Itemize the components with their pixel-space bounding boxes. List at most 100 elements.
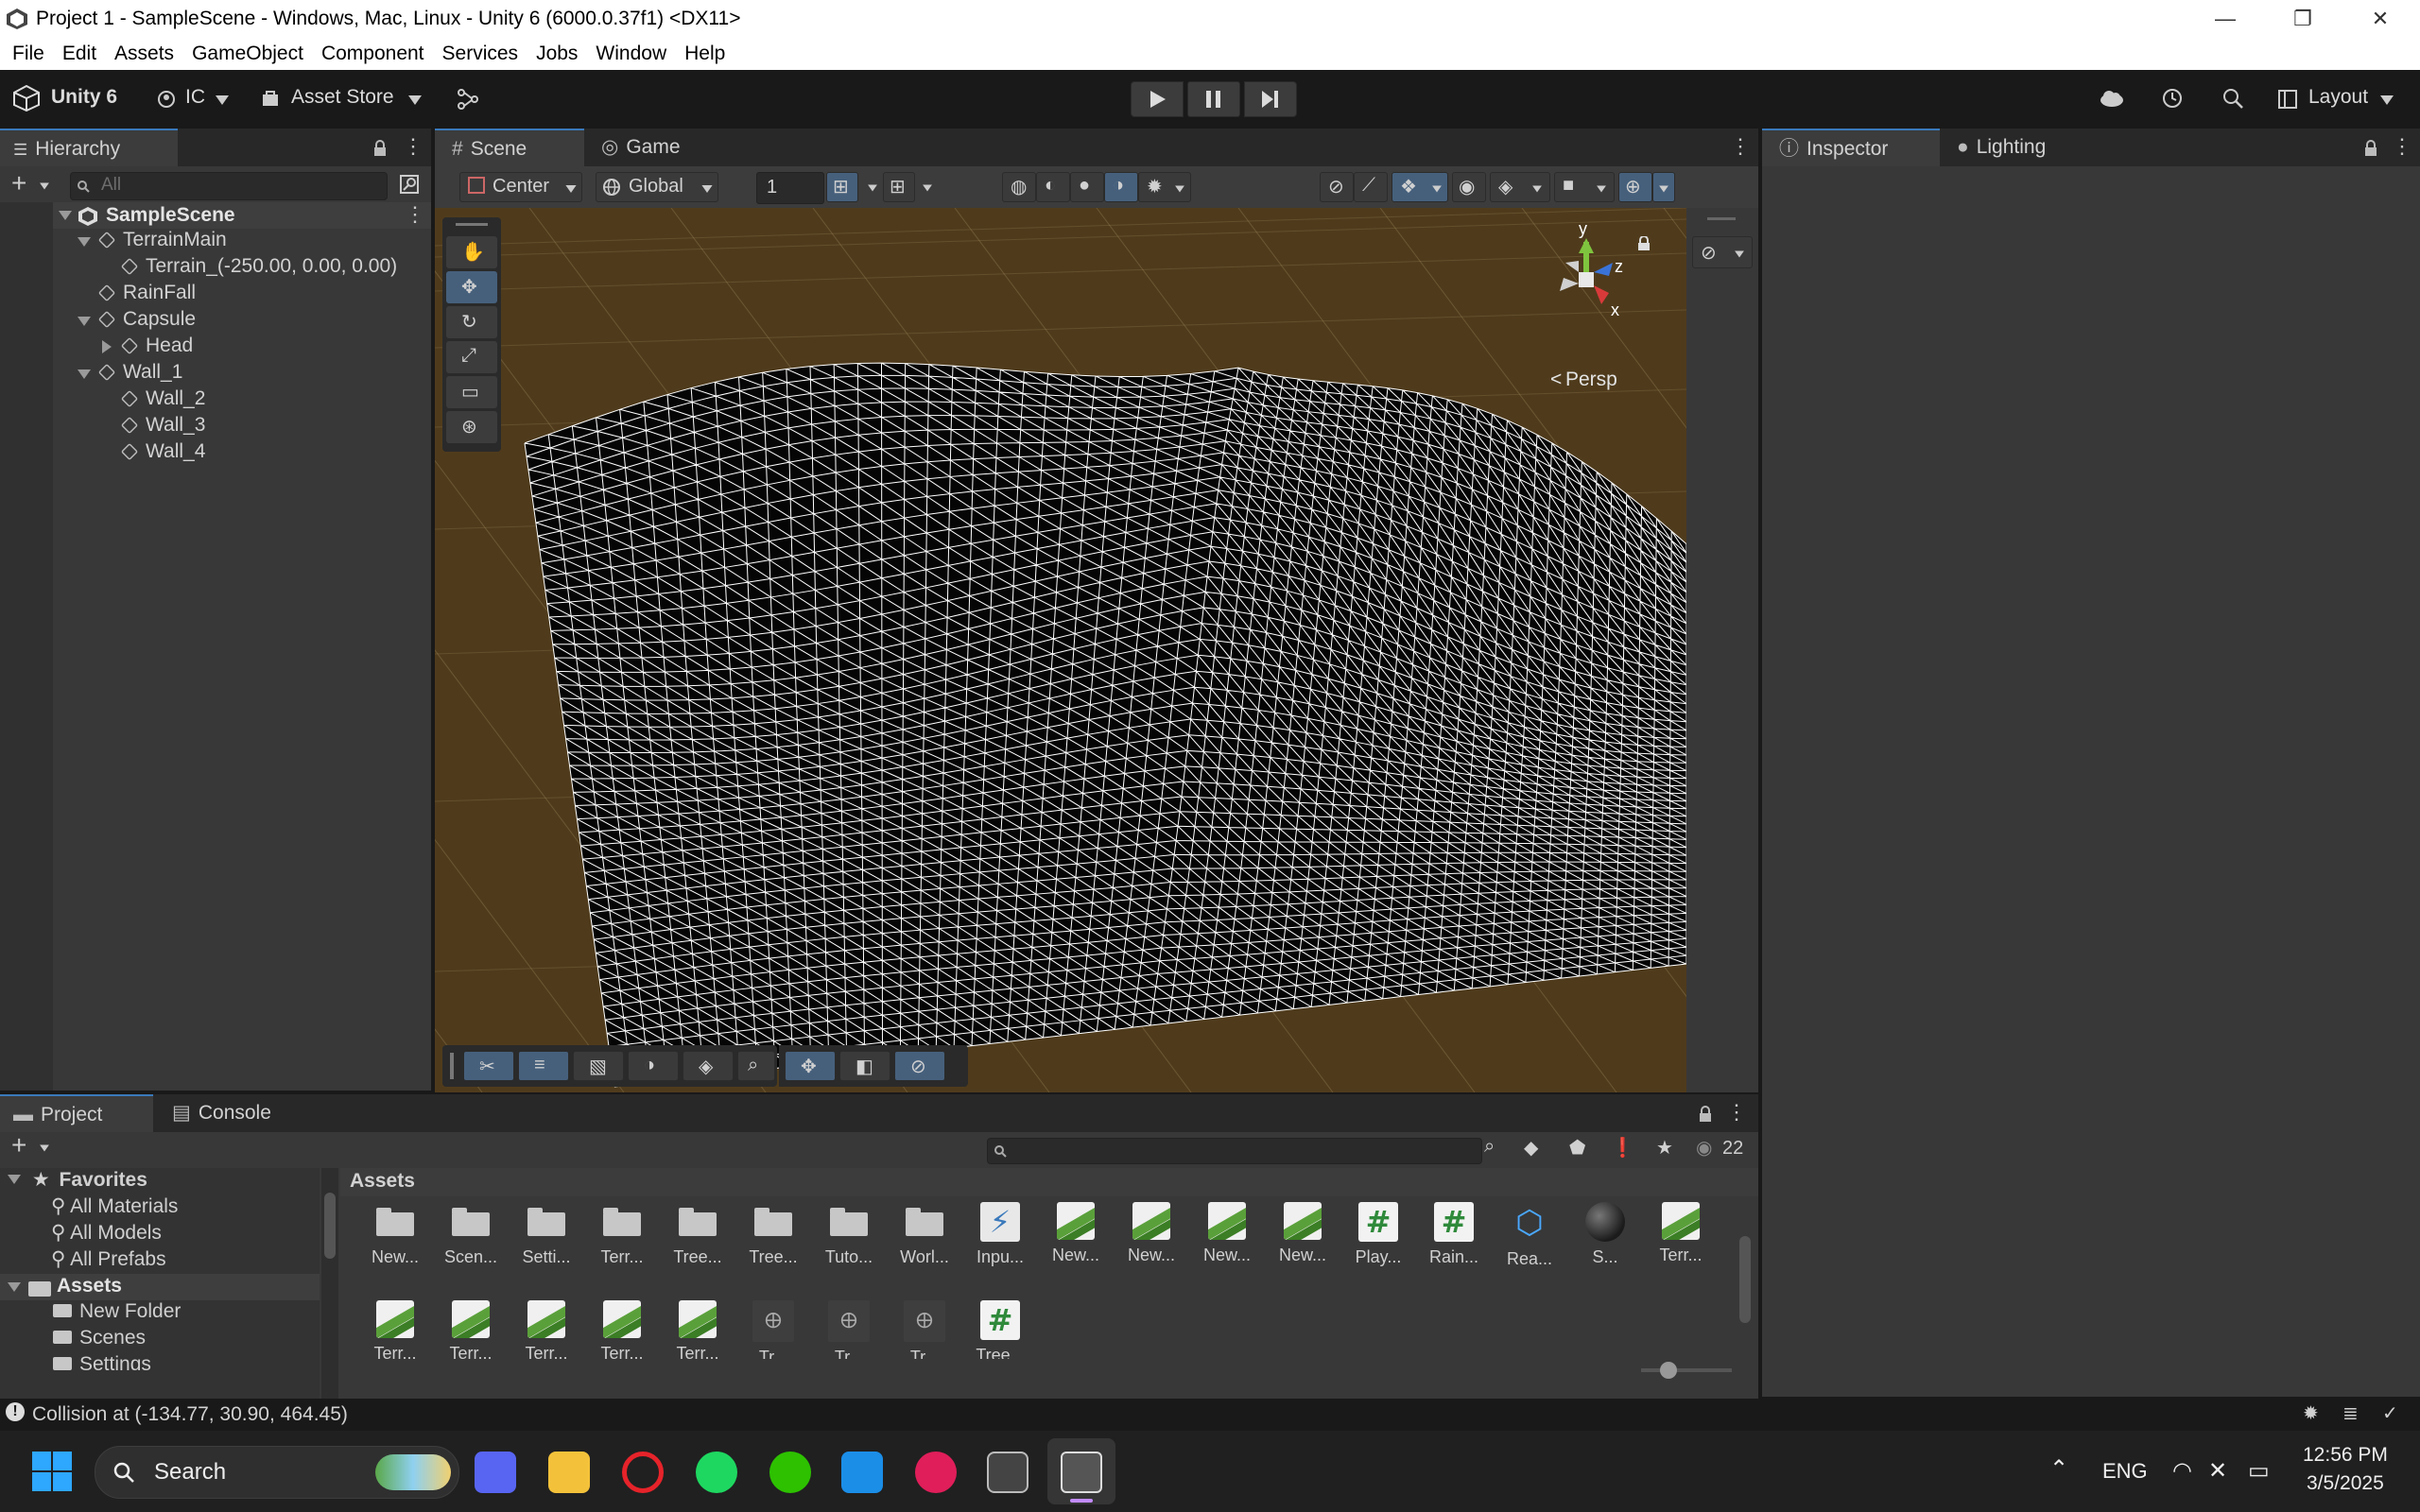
kebab-menu-icon[interactable]: ⋮ [403,134,424,159]
visibility-button[interactable]: ◉ [1452,172,1486,202]
favorites-header[interactable]: ★ Favorites [8,1168,147,1192]
space-dropdown[interactable]: Global [596,172,718,202]
minimize-button[interactable]: — [2195,0,2256,38]
tree-item[interactable]: Settings [53,1353,151,1370]
file-explorer-icon[interactable] [548,1452,590,1493]
chevron-down-icon[interactable] [78,237,91,247]
favorite-item[interactable]: ⚲ All Prefabs [51,1247,166,1271]
cache-server-icon[interactable]: ≣ [2342,1401,2359,1425]
wechat-icon[interactable] [769,1452,811,1493]
history-icon[interactable] [2161,87,2184,110]
unity-editor-taskbar-item[interactable] [1047,1438,1115,1504]
asset-item[interactable]: 🜨 Tr... [813,1300,885,1359]
warning-icon[interactable]: ❗ [1611,1136,1634,1160]
discord-icon[interactable] [475,1452,516,1493]
move-tool-button[interactable]: ✥ [446,271,497,303]
asset-item[interactable]: Terr... [586,1202,658,1267]
speaker-muted-icon[interactable]: ✕ [2208,1457,2227,1485]
overlay-tools-button[interactable]: ✂ [463,1051,514,1081]
chevron-down-icon[interactable] [40,1144,49,1152]
asset-item[interactable]: Worl... [889,1202,960,1267]
chevron-down-icon[interactable] [78,317,91,326]
tab-hierarchy[interactable]: ☰ Hierarchy [0,129,178,166]
gizmos-button[interactable]: ⊕ [1618,172,1652,202]
overlay-lighting-button[interactable]: ◑ [628,1051,679,1081]
clock-date[interactable]: 3/5/2025 [2307,1472,2384,1495]
account-dropdown[interactable]: IC [153,79,234,117]
tab-project[interactable]: ▬ Project [0,1094,153,1132]
asset-item[interactable]: 🜨 Tr... [889,1300,960,1359]
camera-settings-dropdown[interactable]: ⊘ [1692,236,1753,268]
overlay-move-button[interactable]: ✥ [785,1051,836,1081]
tree-item[interactable]: New Folder [53,1300,181,1323]
projection-toggle[interactable]: < Persp [1550,369,1645,395]
asset-item[interactable]: # Tree... [964,1300,1036,1359]
scene-viewport[interactable]: ✋ ✥ ↻ ⤢ ▭ ⊛ y z x < Persp ✂ ≡ ▧ ◑ ◈ ⌕ ✥ … [435,208,1686,1092]
asset-item[interactable]: Tuto... [813,1202,885,1267]
project-search-input[interactable] [987,1138,1482,1164]
breadcrumb[interactable]: Assets [350,1170,415,1193]
status-message[interactable]: Collision at (-134.77, 30.90, 464.45) [32,1403,348,1426]
version-control-icon[interactable] [458,89,478,110]
asset-item[interactable]: Terr... [586,1300,658,1359]
asset-item[interactable]: # Play... [1342,1202,1414,1267]
gizmos-dropdown[interactable] [1652,172,1675,202]
chevron-down-icon[interactable] [923,184,932,192]
lock-icon[interactable] [372,140,388,157]
hierarchy-item[interactable]: Wall_2 [120,387,205,410]
assets-tree-root[interactable]: Assets [0,1274,320,1300]
tab-lighting[interactable]: ● Lighting [1940,129,2110,166]
scroll-thumb[interactable] [1739,1236,1751,1323]
layers-dropdown[interactable]: ◈ [1490,172,1550,202]
star-icon[interactable]: ★ [1656,1136,1673,1160]
menu-window[interactable]: Window [596,38,666,70]
search-icon[interactable] [2221,87,2244,110]
shaded-button[interactable]: ● [1070,172,1104,202]
scale-tool-button[interactable]: ⤢ [446,341,497,373]
maximize-button[interactable]: ❐ [2273,0,2333,38]
layout-dropdown[interactable]: Layout [2274,79,2397,117]
asset-item[interactable]: ⚡ Inpu... [964,1202,1036,1267]
asset-item[interactable]: S... [1569,1202,1641,1267]
language-indicator[interactable]: ENG [2102,1459,2148,1484]
overlay-search-button[interactable]: ⌕ [737,1051,775,1081]
tab-console[interactable]: ▤ Console [155,1094,306,1132]
lock-icon[interactable] [2363,140,2378,157]
hidden-packages-toggle[interactable]: ◉ 22 [1696,1136,1753,1162]
check-circle-icon[interactable]: ✓ [2382,1401,2398,1425]
asset-item[interactable]: New... [1191,1202,1263,1265]
step-button[interactable] [1244,81,1297,117]
slider-thumb[interactable] [1660,1362,1677,1379]
asset-item[interactable]: Tree... [737,1202,809,1267]
tab-inspector[interactable]: ⓘ Inspector [1762,129,1940,166]
asset-item[interactable]: ⬡ Rea... [1494,1202,1565,1269]
asset-item[interactable]: New... [1267,1202,1339,1265]
asset-item[interactable]: New... [359,1202,431,1267]
scroll-thumb[interactable] [324,1193,336,1259]
tab-scene[interactable]: # Scene [435,129,584,166]
scene-search-icon[interactable] [399,174,420,195]
asset-item[interactable]: New... [1040,1202,1112,1265]
hierarchy-item[interactable]: Head [102,335,193,357]
menu-component[interactable]: Component [321,38,424,70]
menu-file[interactable]: File [12,38,44,70]
asset-item[interactable]: Scen... [435,1202,507,1267]
filter-by-type-icon[interactable]: ◆ [1524,1136,1538,1160]
menu-gameobject[interactable]: GameObject [192,38,303,70]
transform-tool-button[interactable]: ⊛ [446,411,497,443]
asset-item[interactable]: Terr... [435,1300,507,1359]
drag-handle[interactable] [456,223,488,226]
taskbar-search-box[interactable]: Search [95,1446,459,1499]
asset-item[interactable]: Setti... [510,1202,582,1267]
overlay-terrain-paint-button[interactable]: ▧ [573,1051,624,1081]
menu-jobs[interactable]: Jobs [536,38,578,70]
asset-item[interactable]: Terr... [1645,1202,1717,1265]
assets-scrollbar[interactable] [1736,1208,1754,1359]
orientation-gizmo[interactable]: y z x [1537,225,1641,338]
menu-edit[interactable]: Edit [62,38,96,70]
grid-size-input[interactable]: 1 [756,172,824,204]
tree-item[interactable]: Scenes [53,1327,146,1349]
asset-item[interactable]: 🜨 Tr... [737,1300,809,1359]
hierarchy-item[interactable]: TerrainMain [78,229,227,251]
menu-assets[interactable]: Assets [114,38,174,70]
